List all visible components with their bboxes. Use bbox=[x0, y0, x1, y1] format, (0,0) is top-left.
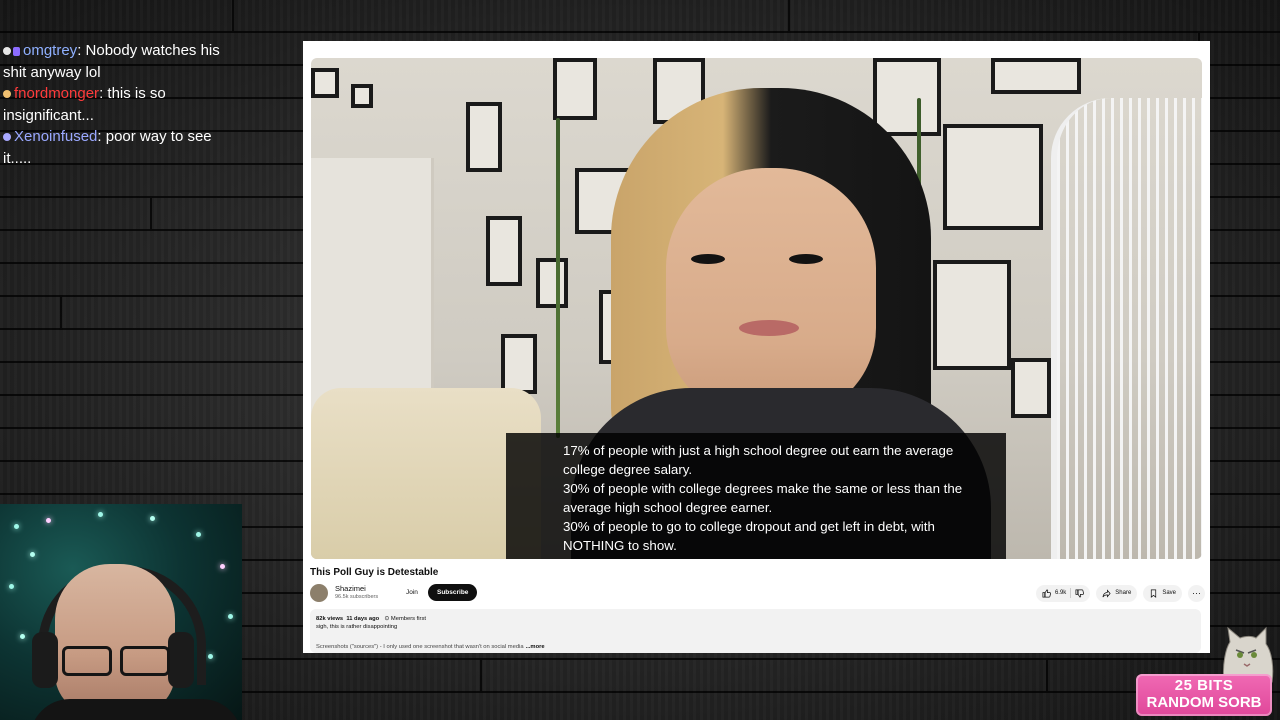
chat-message: omgtrey: Nobody watches his shit anyway … bbox=[3, 40, 233, 83]
plank-seam bbox=[232, 0, 234, 31]
caption-line: 17% of people with just a high school de… bbox=[563, 443, 954, 477]
thumbs-down-icon[interactable] bbox=[1075, 589, 1085, 598]
chat-username: fnordmonger bbox=[14, 85, 100, 102]
share-label: Share bbox=[1115, 590, 1132, 596]
youtube-page: 17% of people with just a high school de… bbox=[303, 41, 1210, 653]
chat-message: fnordmonger: this is so insignificant... bbox=[3, 83, 233, 126]
badge-icon bbox=[3, 133, 11, 142]
headphone-left bbox=[32, 632, 58, 688]
more-actions-button[interactable]: ··· bbox=[1188, 584, 1205, 602]
bookmark-icon bbox=[1151, 589, 1157, 598]
badge-icon bbox=[3, 47, 11, 56]
plank-seam bbox=[788, 0, 790, 31]
channel-avatar[interactable] bbox=[310, 584, 328, 602]
streamer-head bbox=[55, 564, 175, 714]
subscribe-button[interactable]: Subscribe bbox=[428, 584, 478, 601]
chat-username: Xenoinfused bbox=[14, 128, 98, 145]
video-actions: 6.9k Share Save ··· bbox=[1035, 584, 1205, 602]
bits-alert: 25 BITS RANDOM SORB bbox=[1136, 674, 1272, 716]
video-caption-box: 17% of people with just a high school de… bbox=[506, 433, 1006, 559]
caption-line: 30% of people to go to college dropout a… bbox=[563, 518, 935, 553]
eye bbox=[789, 254, 823, 264]
members-first-badge: ⊙ Members first bbox=[384, 616, 426, 622]
description-text: sigh, this is rather disappointing bbox=[316, 624, 398, 630]
glasses bbox=[62, 646, 170, 676]
share-button[interactable]: Share bbox=[1096, 584, 1138, 602]
badge-icon bbox=[3, 90, 11, 99]
bits-sender: RANDOM SORB bbox=[1146, 694, 1262, 711]
bits-amount: 25 BITS bbox=[1174, 677, 1234, 694]
person-face bbox=[666, 168, 876, 418]
share-icon bbox=[1102, 588, 1111, 598]
sub-badge-icon bbox=[13, 46, 20, 56]
channel-row: Shazimei 96.5k subscribers Join Subscrib… bbox=[310, 583, 1205, 605]
subscriber-count: 96.5k subscribers bbox=[335, 594, 379, 600]
plank-seam bbox=[150, 198, 152, 229]
show-more-link[interactable]: ...more bbox=[526, 644, 545, 650]
plank-seam bbox=[1046, 660, 1048, 691]
streamer-shirt bbox=[30, 699, 242, 720]
eye bbox=[691, 254, 725, 264]
save-label: Save bbox=[1162, 590, 1176, 596]
like-button[interactable]: 6.9k bbox=[1035, 584, 1091, 602]
headphone-right bbox=[168, 632, 194, 688]
video-title: This Poll Guy is Detestable bbox=[310, 567, 439, 578]
caption-line: 30% of people with college degrees make … bbox=[563, 480, 963, 515]
chat-username: omgtrey bbox=[23, 42, 78, 59]
video-player[interactable]: 17% of people with just a high school de… bbox=[311, 58, 1202, 559]
thumbs-up-icon bbox=[1042, 589, 1051, 597]
description-sources: Screenshots ("sources") - I only used on… bbox=[316, 644, 545, 650]
view-count: 82k views bbox=[316, 616, 344, 622]
chat-overlay: omgtrey: Nobody watches his shit anyway … bbox=[3, 40, 233, 169]
join-button[interactable]: Join bbox=[398, 585, 426, 600]
plank-seam bbox=[60, 297, 62, 328]
video-description[interactable]: 82k views 11 days ago ⊙ Members first si… bbox=[310, 609, 1201, 653]
bird-cage bbox=[1051, 98, 1202, 559]
channel-name[interactable]: Shazimei bbox=[335, 584, 366, 593]
webcam-feed bbox=[0, 504, 242, 720]
like-count: 6.9k bbox=[1054, 590, 1067, 596]
description-meta: 82k views 11 days ago ⊙ Members first bbox=[316, 616, 426, 622]
upload-date: 11 days ago bbox=[346, 616, 380, 622]
save-button[interactable]: Save bbox=[1143, 584, 1182, 602]
mouth bbox=[739, 320, 799, 336]
plank-seam bbox=[480, 660, 482, 691]
chat-message: Xenoinfused: poor way to see it..... bbox=[3, 126, 233, 169]
